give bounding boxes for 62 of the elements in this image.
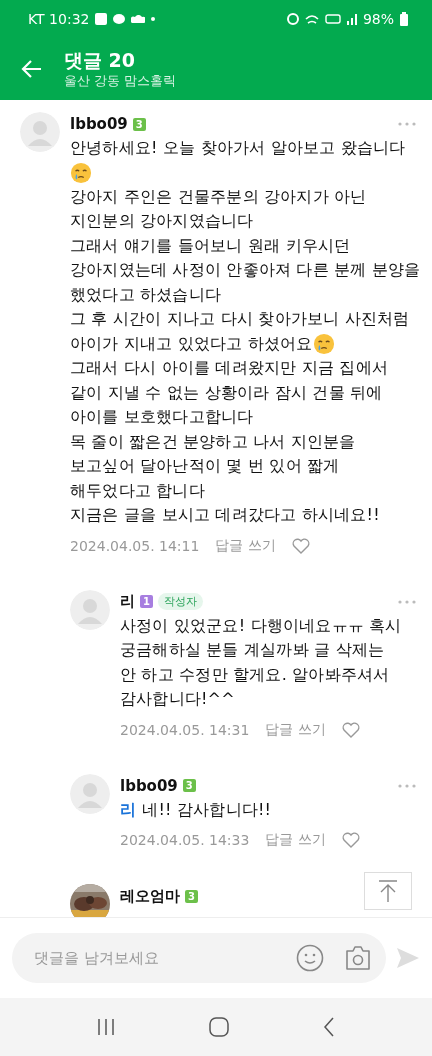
level-badge: 1 bbox=[140, 595, 153, 608]
battery-icon bbox=[400, 12, 408, 26]
comment-line: 안 하고 수정만 할게요. 알아봐주셔서 bbox=[120, 663, 390, 686]
home-icon[interactable] bbox=[209, 1017, 229, 1037]
comment-line: 감사합니다!^^ bbox=[120, 688, 235, 710]
comment-line: 했었다고 하셨습니다 bbox=[70, 283, 222, 306]
camera-icon[interactable] bbox=[344, 945, 372, 971]
recent-apps-icon[interactable] bbox=[97, 1018, 115, 1036]
battery-text: 98% bbox=[362, 11, 394, 27]
author-name[interactable]: lbbo09 bbox=[120, 776, 178, 795]
comment-line: 궁금해하실 분들 계실까봐 글 삭제는 bbox=[120, 639, 385, 661]
comment-line: 보고싶어 달아난적이 몇 번 있어 짧게 bbox=[70, 455, 340, 477]
author-name[interactable]: 레오엄마 bbox=[120, 886, 180, 906]
comment-line: 목 줄이 짧은건 분양하고 나서 지인분을 bbox=[70, 430, 356, 453]
comment-line: 그 후 시간이 지나고 다시 찾아가보니 사진처럼 bbox=[70, 308, 410, 330]
heart-icon[interactable] bbox=[341, 832, 360, 848]
comment-line: 네!! 감사합니다!! bbox=[142, 798, 272, 821]
arrow-up-icon[interactable] bbox=[377, 879, 399, 903]
wifi-icon bbox=[304, 14, 319, 24]
comment-date: 2024.04.05. 14:33 bbox=[120, 832, 250, 848]
status-text: KT 10:32 bbox=[28, 11, 90, 27]
comment-date: 2024.04.05. 14:31 bbox=[120, 721, 250, 738]
comment-line: 해두었다고 합니다 bbox=[70, 479, 205, 502]
comment-box[interactable]: 댓글을 남겨보세요 bbox=[12, 933, 386, 983]
avatar-icon bbox=[70, 589, 110, 630]
avatar-icon bbox=[70, 773, 110, 814]
alarm-icon bbox=[286, 13, 299, 25]
comment-line: 안녕하세요! 오늘 찾아가서 알아보고 왔습니다 bbox=[70, 137, 406, 159]
cafe-name: 울산 강동 맘스홀릭 bbox=[64, 72, 177, 90]
comment-date: 2024.04.05. 14:11 bbox=[70, 537, 200, 554]
comment-line: 그래서 얘기를 들어보니 원래 키우시던 bbox=[70, 234, 351, 257]
more-icon[interactable] bbox=[398, 122, 416, 126]
more-icon[interactable] bbox=[398, 599, 416, 604]
heart-icon[interactable] bbox=[341, 721, 360, 738]
more-icon[interactable] bbox=[398, 783, 416, 788]
comment-line: 강아지 주인은 건물주분의 강아지가 아닌 bbox=[70, 185, 367, 208]
level-badge: 3 bbox=[132, 117, 146, 131]
chat-bubble-icon bbox=[113, 14, 126, 24]
author-badge: 작성자 bbox=[158, 593, 203, 610]
mention-link[interactable]: 리 bbox=[120, 797, 137, 822]
comment-line: 사정이 있었군요! 다행이네요ㅠㅠ 혹시 bbox=[120, 614, 402, 637]
comment-line: 그래서 다시 아이를 데려왔지만 지금 집에서 bbox=[70, 357, 389, 379]
comment-line: 지금은 글을 보시고 데려갔다고 하시네요!! bbox=[70, 504, 380, 526]
level-badge: 3 bbox=[182, 779, 196, 792]
author-name[interactable]: lbbo09 bbox=[70, 115, 128, 133]
dot-icon bbox=[151, 17, 156, 21]
emoji-icon[interactable] bbox=[296, 944, 324, 972]
comment-line: 강아지였는데 사정이 안좋아져 다른 분께 분양을 bbox=[70, 259, 421, 281]
back-icon[interactable] bbox=[323, 1017, 335, 1037]
comment-field[interactable]: 댓글을 남겨보세요 bbox=[32, 948, 276, 968]
level-badge: 3 bbox=[185, 889, 198, 903]
comment-line: 아이를 보호했다고합니다 bbox=[70, 406, 254, 428]
page-title: 댓글 20 bbox=[64, 48, 137, 72]
signal-icon bbox=[346, 13, 357, 25]
author-name[interactable]: 리 bbox=[120, 592, 135, 611]
heart-icon[interactable] bbox=[291, 537, 310, 554]
cloud-icon bbox=[131, 15, 146, 23]
avatar-icon bbox=[20, 112, 60, 152]
comment-line: 지인분의 강아지였습니다 bbox=[70, 210, 254, 232]
comment-line: 같이 지낼 수 없는 상황이라 잠시 건물 뒤에 bbox=[70, 381, 383, 404]
scroll-top-button[interactable] bbox=[364, 872, 412, 910]
comment-line: 아이가 지내고 있었다고 하셨어요 bbox=[70, 332, 313, 355]
